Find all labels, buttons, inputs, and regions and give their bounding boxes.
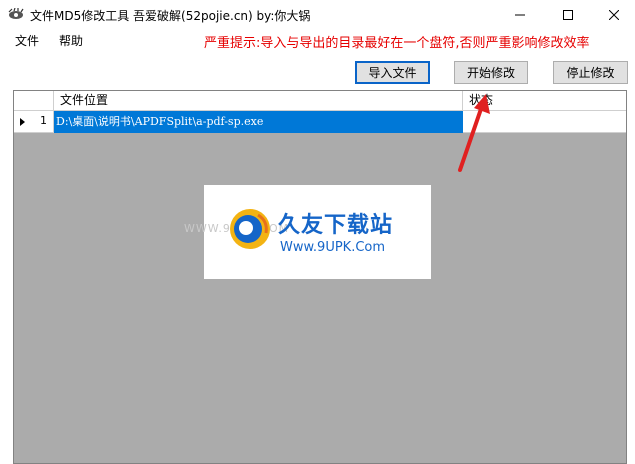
watermark-brand: 久友下载站 [278, 213, 394, 238]
row-header[interactable]: 1 [14, 111, 54, 133]
import-file-button[interactable]: 导入文件 [355, 61, 430, 84]
minimize-button[interactable] [497, 0, 543, 30]
watermark-url: Www.9UPK.Com [280, 240, 386, 255]
menu-help[interactable]: 帮助 [59, 32, 83, 49]
start-modify-button[interactable]: 开始修改 [454, 61, 528, 84]
file-grid[interactable]: 文件位置 状态 1 D:\桌面\说明书\APDFSplit\a-pdf-sp.e… [13, 90, 627, 464]
minimize-icon [515, 14, 525, 16]
maximize-icon [563, 10, 573, 20]
menu-file[interactable]: 文件 [15, 32, 39, 49]
annotation-arrow-icon [458, 94, 490, 172]
cell-file-path[interactable]: D:\桌面\说明书\APDFSplit\a-pdf-sp.exe [54, 111, 463, 133]
watermark: WWW.9UPK.COM 久友下载站 Www.9UPK.Com [184, 185, 431, 279]
site-logo-icon [230, 209, 270, 249]
table-header: 文件位置 状态 [14, 91, 626, 111]
maximize-button[interactable] [545, 0, 591, 30]
header-corner [14, 91, 54, 111]
column-header-path[interactable]: 文件位置 [54, 91, 463, 111]
window-title: 文件MD5修改工具 吾爱破解(52pojie.cn) by:你大锅 [30, 9, 311, 23]
stop-modify-button[interactable]: 停止修改 [553, 61, 628, 84]
warning-text: 严重提示:导入与导出的目录最好在一个盘符,否则严重影响修改效率 [204, 36, 590, 51]
table-row[interactable]: 1 D:\桌面\说明书\APDFSplit\a-pdf-sp.exe [14, 111, 626, 133]
row-number: 1 [40, 114, 47, 127]
close-icon [609, 10, 619, 20]
eye-icon [8, 8, 24, 19]
close-button[interactable] [591, 0, 635, 30]
title-bar: 文件MD5修改工具 吾爱破解(52pojie.cn) by:你大锅 [0, 0, 635, 30]
current-row-arrow-icon [20, 118, 25, 126]
